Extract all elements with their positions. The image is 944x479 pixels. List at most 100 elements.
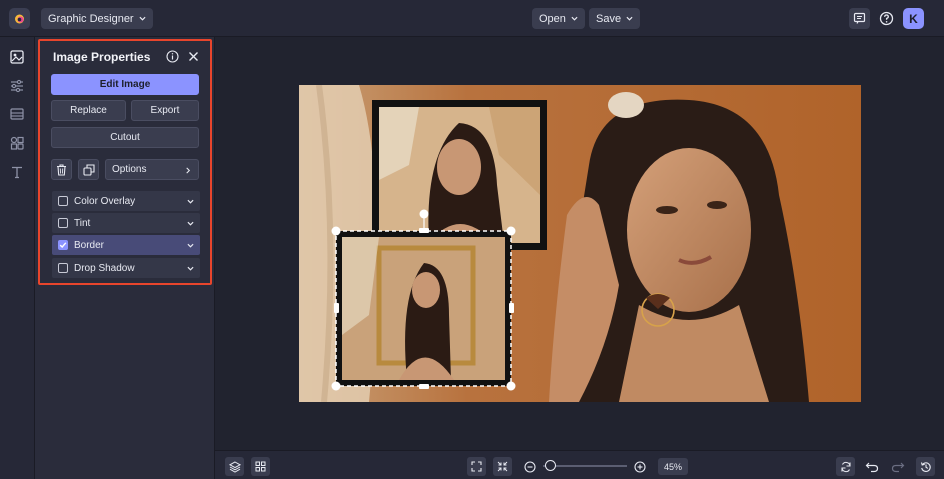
close-panel-button[interactable] xyxy=(185,48,201,64)
left-tool-rail xyxy=(0,37,35,479)
options-label: Options xyxy=(112,164,147,175)
duplicate-icon xyxy=(82,163,95,176)
chevron-down-icon xyxy=(626,16,633,21)
history-icon xyxy=(920,461,931,472)
top-framed-photo[interactable] xyxy=(372,100,547,250)
zoom-slider-handle[interactable] xyxy=(545,460,557,471)
face-shape xyxy=(627,148,751,312)
info-icon xyxy=(165,49,179,63)
border-section[interactable]: Border xyxy=(52,235,200,255)
eye-right xyxy=(707,201,727,209)
undo-button[interactable] xyxy=(865,460,879,473)
redo-button[interactable] xyxy=(891,460,905,473)
history-button[interactable] xyxy=(916,457,935,476)
chevron-down-icon xyxy=(187,199,194,204)
layers-button[interactable] xyxy=(225,457,244,476)
save-label: Save xyxy=(596,12,622,25)
resize-handle-top[interactable] xyxy=(419,228,429,233)
panel-title: Image Properties xyxy=(53,50,151,64)
image-icon xyxy=(10,50,24,64)
chevron-down-icon xyxy=(571,16,578,21)
replace-button[interactable]: Replace xyxy=(51,100,126,121)
comment-icon xyxy=(853,12,866,24)
shrink-button[interactable] xyxy=(493,457,512,476)
rail-image-tool[interactable] xyxy=(8,48,26,66)
layers-icon xyxy=(228,460,241,473)
comments-button[interactable] xyxy=(849,8,870,29)
resize-handle-right[interactable] xyxy=(509,303,514,313)
drop-shadow-label: Drop Shadow xyxy=(74,262,135,274)
color-overlay-checkbox[interactable] xyxy=(58,196,68,206)
undo-icon xyxy=(865,462,879,473)
check-icon xyxy=(59,242,67,249)
zoom-in-button[interactable] xyxy=(634,460,646,473)
info-button[interactable] xyxy=(164,48,180,64)
resize-handle-bottom[interactable] xyxy=(419,384,429,389)
tint-section[interactable]: Tint xyxy=(52,213,200,233)
zoom-level[interactable]: 45% xyxy=(658,458,688,475)
color-overlay-section[interactable]: Color Overlay xyxy=(52,191,200,211)
logo-icon xyxy=(15,14,24,24)
duplicate-button[interactable] xyxy=(78,159,99,180)
sliders-icon xyxy=(11,79,23,93)
open-label: Open xyxy=(539,12,566,25)
fit-to-screen-button[interactable] xyxy=(467,457,486,476)
trash-icon xyxy=(57,163,66,176)
canvas-artwork xyxy=(299,85,861,402)
edit-image-button[interactable]: Edit Image xyxy=(51,74,199,95)
help-icon xyxy=(879,11,894,26)
top-bar: Graphic Designer Open Save K xyxy=(0,0,944,37)
close-icon xyxy=(188,51,198,61)
rail-adjust-tool[interactable] xyxy=(8,77,26,95)
grid-button[interactable] xyxy=(251,457,270,476)
delete-button[interactable] xyxy=(51,159,72,180)
open-button[interactable]: Open xyxy=(532,8,585,29)
tint-label: Tint xyxy=(74,217,91,229)
help-button[interactable] xyxy=(876,8,897,29)
reset-button[interactable] xyxy=(836,457,855,476)
zoom-out-button[interactable] xyxy=(524,460,536,473)
chevron-down-icon xyxy=(187,243,194,248)
app-menu-button[interactable]: Graphic Designer xyxy=(41,8,153,29)
app-menu-label: Graphic Designer xyxy=(48,12,134,25)
border-label: Border xyxy=(74,239,105,251)
selected-framed-photo[interactable] xyxy=(336,231,511,386)
color-overlay-label: Color Overlay xyxy=(74,195,136,207)
eye-left xyxy=(656,206,678,214)
export-button[interactable]: Export xyxy=(131,100,199,121)
drop-shadow-checkbox[interactable] xyxy=(58,263,68,273)
zoom-in-icon xyxy=(634,461,646,473)
border-checkbox[interactable] xyxy=(58,240,68,250)
zoom-out-icon xyxy=(524,461,536,473)
chevron-right-icon xyxy=(186,167,191,174)
grid-icon xyxy=(255,461,266,472)
design-canvas[interactable] xyxy=(299,85,861,402)
cutout-button[interactable]: Cutout xyxy=(51,127,199,148)
options-button[interactable]: Options xyxy=(105,159,199,180)
resize-handle-top-left[interactable] xyxy=(331,226,341,236)
image-properties-panel: Image Properties Edit Image Replace Expo… xyxy=(38,39,212,285)
rotate-handle[interactable] xyxy=(419,209,429,219)
layout-icon xyxy=(10,108,24,120)
tint-checkbox[interactable] xyxy=(58,218,68,228)
resize-handle-bottom-right[interactable] xyxy=(506,381,516,391)
user-avatar[interactable]: K xyxy=(903,8,924,29)
chevron-down-icon xyxy=(187,221,194,226)
app-logo[interactable] xyxy=(9,8,30,29)
bottom-bar: 45% xyxy=(215,450,944,479)
save-button[interactable]: Save xyxy=(589,8,641,29)
rail-graphics-tool[interactable] xyxy=(8,134,26,152)
rail-text-tool[interactable] xyxy=(8,163,26,181)
redo-icon xyxy=(891,462,905,473)
hair-clip xyxy=(608,92,644,118)
refresh-icon xyxy=(840,461,851,472)
expand-icon xyxy=(471,461,482,472)
rail-layout-tool[interactable] xyxy=(8,105,26,123)
compress-icon xyxy=(497,461,508,472)
resize-handle-left[interactable] xyxy=(334,303,339,313)
resize-handle-top-right[interactable] xyxy=(506,226,516,236)
chevron-down-icon xyxy=(139,16,146,21)
drop-shadow-section[interactable]: Drop Shadow xyxy=(52,258,200,278)
chevron-down-icon xyxy=(187,266,194,271)
resize-handle-bottom-left[interactable] xyxy=(331,381,341,391)
